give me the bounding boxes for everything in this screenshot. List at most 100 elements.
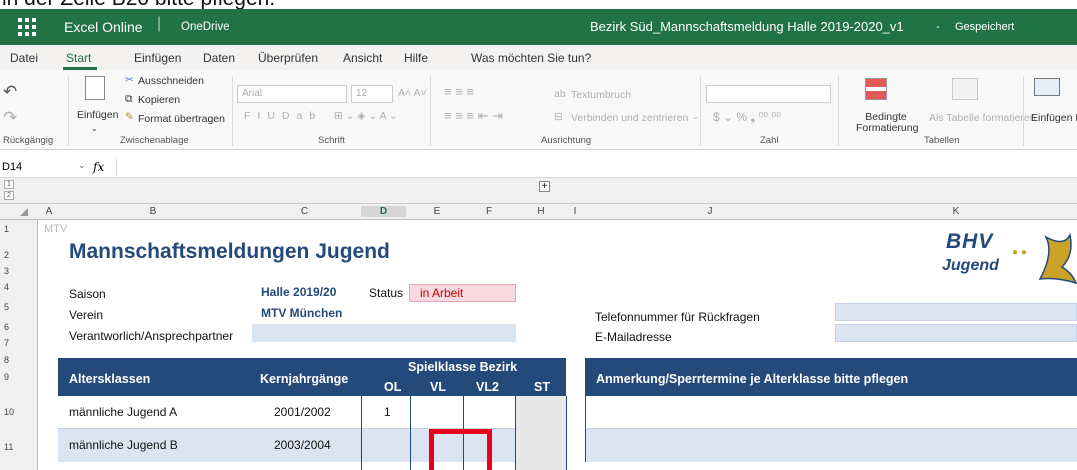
- formula-input[interactable]: [150, 159, 1070, 176]
- hdr-notes[interactable]: Anmerkung/Sperrtermine je Alterklasse bi…: [596, 372, 908, 386]
- function-icon[interactable]: fx: [93, 160, 104, 174]
- row-age-class[interactable]: männliche Jugend A: [69, 405, 177, 419]
- menu-ansicht[interactable]: Ansicht: [343, 51, 382, 65]
- col-header-c[interactable]: C: [252, 206, 357, 217]
- saison-label[interactable]: Saison: [69, 287, 106, 301]
- font-name-dropdown[interactable]: Arial: [237, 85, 347, 103]
- conditional-formatting-icon[interactable]: [865, 78, 887, 100]
- select-all-corner[interactable]: [20, 208, 28, 216]
- insert-cells-icon[interactable]: [1034, 78, 1060, 96]
- hdr-vl2[interactable]: VL2: [476, 380, 499, 394]
- menu-start[interactable]: Start: [66, 51, 91, 65]
- cut-icon[interactable]: ✂: [125, 74, 134, 86]
- row-header[interactable]: 9: [4, 372, 9, 382]
- paste-button[interactable]: Einfügen: [77, 109, 118, 121]
- menu-datei[interactable]: Datei: [10, 51, 38, 65]
- search-tell-me[interactable]: Was möchten Sie tun?: [471, 51, 591, 65]
- row-ol[interactable]: 1: [384, 405, 391, 419]
- outline-level-1[interactable]: 1: [4, 180, 14, 189]
- col-header-h[interactable]: H: [516, 206, 566, 217]
- row-years[interactable]: 2001/2002: [274, 405, 331, 419]
- merge-icon[interactable]: ⊟: [554, 111, 563, 123]
- menu-hilfe[interactable]: Hilfe: [404, 51, 428, 65]
- col-header-f[interactable]: F: [464, 206, 514, 217]
- col-header-b[interactable]: B: [58, 206, 248, 217]
- row-header[interactable]: 10: [4, 407, 14, 417]
- row-years[interactable]: 2003/2004: [274, 438, 331, 452]
- row-header[interactable]: 1: [4, 224, 9, 234]
- hdr-vl[interactable]: VL: [430, 380, 446, 394]
- name-box[interactable]: D14: [2, 161, 22, 173]
- status-label[interactable]: Status: [369, 286, 403, 300]
- horizontal-align-icons[interactable]: ≡ ≡ ≡ ⇤ ⇥: [444, 108, 503, 124]
- format-as-table-icon[interactable]: [952, 78, 978, 100]
- format-as-table-button[interactable]: Als Tabelle formatieren: [929, 112, 1036, 124]
- merge-dropdown-icon[interactable]: ⌄: [692, 112, 699, 121]
- name-box-dropdown-icon[interactable]: ⌄: [78, 160, 86, 171]
- number-format-icons[interactable]: $ ⌄ % ❟ ⁰⁰ ⁰⁰: [713, 110, 781, 125]
- notes-cell[interactable]: [585, 396, 1077, 429]
- hdr-spielklasse[interactable]: Spielklasse Bezirk: [408, 360, 517, 374]
- vertical-align-icons[interactable]: ≡ ≡ ≡: [444, 84, 474, 99]
- cut-button[interactable]: Ausschneiden: [138, 75, 204, 87]
- format-painter-icon[interactable]: ✎: [125, 111, 134, 123]
- notes-cell[interactable]: [585, 429, 1077, 462]
- format-painter-button[interactable]: Format übertragen: [138, 113, 225, 125]
- menu-ueberpruefen[interactable]: Überprüfen: [258, 51, 318, 65]
- outline-level-2[interactable]: 2: [4, 191, 14, 200]
- phone-label[interactable]: Telefonnummer für Rückfragen: [595, 310, 760, 324]
- verein-value[interactable]: MTV München: [261, 306, 342, 320]
- expand-group-icon[interactable]: +: [539, 181, 550, 192]
- col-header-i[interactable]: I: [567, 206, 583, 217]
- saison-value[interactable]: Halle 2019/20: [261, 285, 336, 299]
- number-format-dropdown[interactable]: [706, 85, 831, 103]
- undo-icon[interactable]: ↶: [3, 82, 17, 102]
- contact-label[interactable]: Verantworlich/Ansprechpartner: [69, 329, 233, 343]
- status-cell[interactable]: in Arbeit: [409, 284, 516, 302]
- onedrive-link[interactable]: OneDrive: [181, 21, 230, 33]
- copy-icon[interactable]: ⧉: [125, 93, 133, 106]
- row-header[interactable]: 3: [4, 266, 9, 276]
- cell-a1[interactable]: MTV: [44, 223, 67, 235]
- sheet-title[interactable]: Mannschaftsmeldungen Jugend: [69, 240, 390, 264]
- row-header[interactable]: 8: [4, 355, 9, 365]
- app-launcher-icon[interactable]: [18, 18, 36, 36]
- insert-cells-button[interactable]: Einfügen L: [1031, 112, 1077, 124]
- hdr-st[interactable]: ST: [534, 380, 550, 394]
- row-age-class[interactable]: männliche Jugend B: [69, 438, 178, 452]
- redo-icon[interactable]: ↷: [3, 108, 17, 128]
- col-header-e[interactable]: E: [411, 206, 463, 217]
- paste-dropdown-icon[interactable]: ⌄: [91, 124, 98, 133]
- row-header[interactable]: 7: [4, 338, 9, 348]
- hdr-kernjahrgaenge[interactable]: Kernjahrgänge: [260, 372, 348, 386]
- col-header-d[interactable]: D: [361, 206, 406, 217]
- conditional-formatting-button[interactable]: Bedingte Formatierung: [856, 112, 918, 134]
- fill-font-color-icons[interactable]: ⊞ ⌄ ◈ ⌄ A ⌄: [334, 110, 398, 122]
- merge-center-button[interactable]: Verbinden und zentrieren: [571, 112, 688, 124]
- font-size-dropdown[interactable]: 12: [351, 85, 393, 103]
- col-header-k[interactable]: K: [835, 206, 1077, 217]
- paste-icon[interactable]: [85, 76, 105, 100]
- font-style-buttons[interactable]: FIUDab: [244, 110, 322, 122]
- email-label[interactable]: E-Mailadresse: [595, 330, 672, 344]
- menu-einfuegen[interactable]: Einfügen: [134, 51, 181, 65]
- hdr-ol[interactable]: OL: [384, 380, 401, 394]
- contact-input-cell[interactable]: [252, 324, 516, 342]
- row-header[interactable]: 4: [4, 282, 9, 292]
- row-header[interactable]: 6: [4, 322, 9, 332]
- row-header[interactable]: 5: [4, 302, 9, 312]
- verein-label[interactable]: Verein: [69, 308, 103, 322]
- email-input-cell[interactable]: [835, 324, 1077, 342]
- file-name[interactable]: Bezirk Süd_Mannschaftsmeldung Halle 2019…: [590, 19, 904, 34]
- wrap-text-button[interactable]: Textumbruch: [571, 89, 631, 101]
- grow-font-icon[interactable]: A˄ A˅: [398, 87, 427, 99]
- menu-daten[interactable]: Daten: [203, 51, 235, 65]
- st-column-cell[interactable]: [516, 396, 566, 470]
- hdr-altersklassen[interactable]: Altersklassen: [69, 372, 150, 386]
- app-name[interactable]: Excel Online: [64, 19, 143, 35]
- row-header[interactable]: 2: [4, 250, 9, 260]
- copy-button[interactable]: Kopieren: [138, 94, 180, 106]
- phone-input-cell[interactable]: [835, 303, 1077, 321]
- wrap-text-icon[interactable]: ab: [554, 88, 566, 100]
- col-header-j[interactable]: J: [585, 206, 835, 217]
